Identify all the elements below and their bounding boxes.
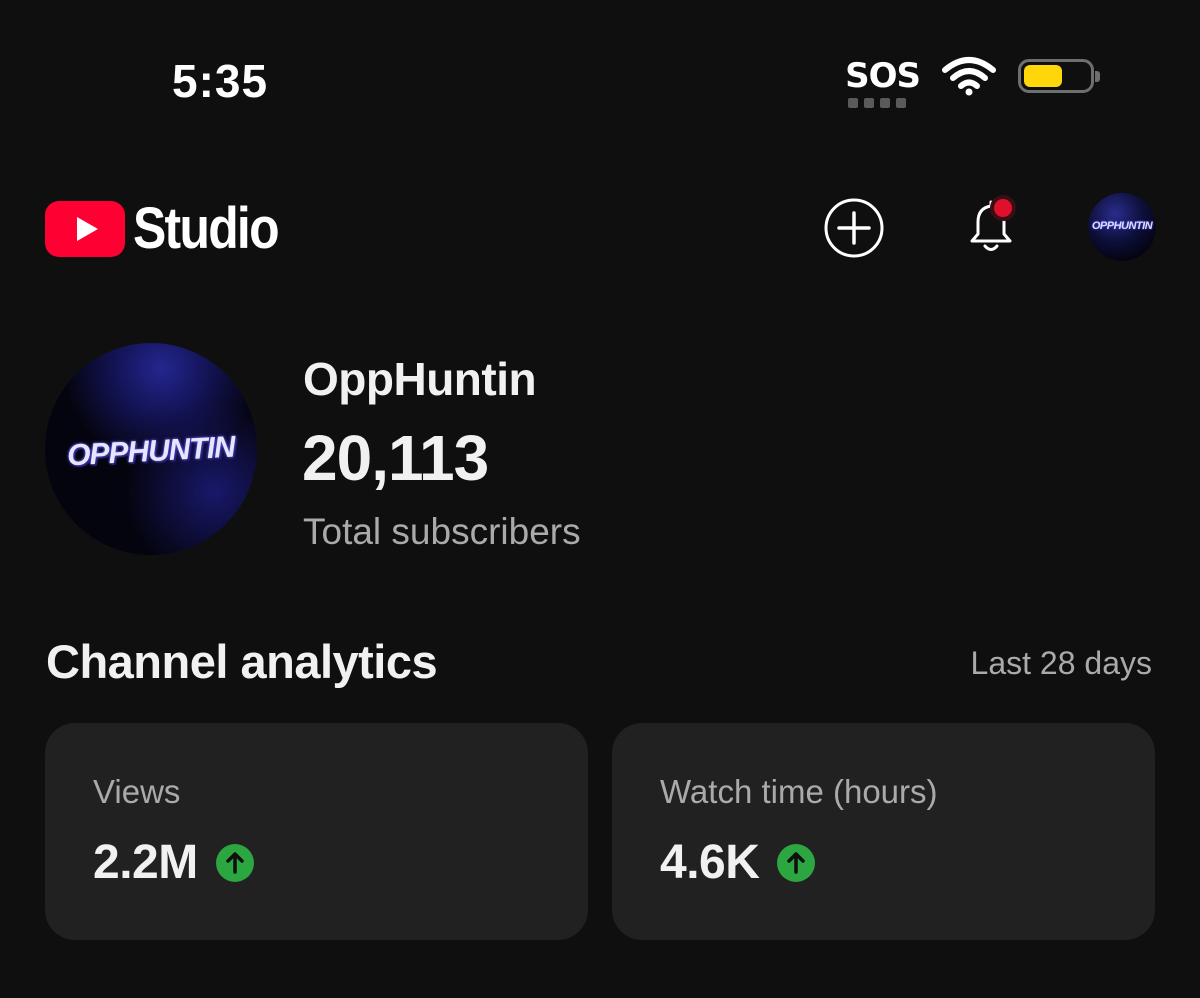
notification-badge (990, 195, 1016, 221)
status-indicators: SOS (845, 56, 1100, 108)
wifi-icon (942, 57, 996, 96)
subscriber-count: 20,113 (302, 422, 489, 494)
signal-dots-icon (848, 98, 907, 108)
watch-time-label: Watch time (hours) (660, 773, 938, 810)
views-label: Views (93, 773, 181, 810)
watch-time-value: 4.6K (660, 836, 760, 889)
studio-home-screen: 5:35 SOS Studio OPPHUNTIN OPPHUNTIN OppH… (0, 0, 1200, 998)
account-avatar-text: OPPHUNTIN (1091, 220, 1153, 232)
sos-label: SOS (845, 56, 921, 96)
battery-cap (1095, 71, 1100, 82)
trend-up-icon (777, 843, 816, 882)
battery-icon (1018, 59, 1100, 93)
channel-avatar[interactable]: OPPHUNTIN (45, 343, 257, 555)
create-button[interactable] (823, 197, 885, 259)
battery-fill (1024, 65, 1063, 87)
trend-up-icon (215, 843, 254, 882)
app-name: Studio (133, 196, 280, 261)
channel-avatar-text: OPPHUNTIN (66, 430, 236, 473)
watch-time-value-row: 4.6K (660, 835, 816, 890)
youtube-play-icon (45, 201, 125, 257)
channel-name[interactable]: OppHuntin (303, 352, 537, 406)
status-time: 5:35 (172, 55, 269, 107)
youtube-studio-logo[interactable]: Studio (45, 196, 301, 262)
account-avatar[interactable]: OPPHUNTIN (1088, 193, 1156, 261)
views-value: 2.2M (93, 836, 198, 889)
watch-time-card[interactable]: Watch time (hours) 4.6K (612, 723, 1155, 940)
analytics-date-range: Last 28 days (970, 645, 1152, 681)
channel-analytics-title: Channel analytics (46, 635, 438, 688)
views-value-row: 2.2M (93, 835, 254, 890)
views-card[interactable]: Views 2.2M (45, 723, 588, 940)
sos-indicator: SOS (845, 56, 921, 108)
subscriber-label: Total subscribers (303, 511, 581, 552)
